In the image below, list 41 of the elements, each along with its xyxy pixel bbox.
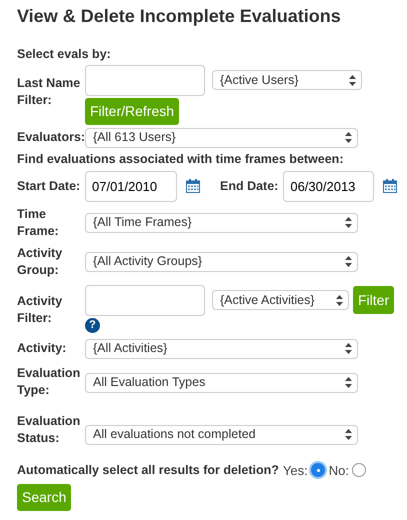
- caret-icon: [345, 429, 352, 440]
- dropdown[interactable]: {Active Users}: [212, 70, 362, 90]
- calendar-icon[interactable]: [186, 179, 200, 194]
- caret-icon: [345, 132, 352, 144]
- radio-button[interactable]: [352, 463, 366, 478]
- dropdown[interactable]: {All 613 Users}: [85, 128, 358, 148]
- radio-label: Yes:: [282, 462, 308, 480]
- caret-icon: [345, 256, 352, 268]
- caret-icon: [345, 343, 352, 354]
- dropdown[interactable]: {All Activity Groups}: [85, 252, 358, 272]
- radio-button[interactable]: [310, 463, 325, 478]
- caret-icon: [345, 217, 352, 228]
- field-label: Evaluation Type:: [17, 364, 82, 399]
- field-label: Last Name Filter:: [17, 74, 82, 109]
- dropdown[interactable]: {All Time Frames}: [85, 212, 358, 233]
- field-label: Start Date:: [17, 178, 82, 195]
- dropdown[interactable]: {All Activities}: [85, 338, 358, 359]
- section-label: Find evaluations associated with time frames between:: [17, 150, 344, 168]
- question-label: Automatically select all results for deletion?: [17, 462, 279, 479]
- dropdown[interactable]: All Evaluation Types: [85, 372, 358, 393]
- field-label: Evaluators:: [17, 129, 85, 146]
- field-label: Evaluation Status:: [17, 412, 82, 447]
- date-field[interactable]: 07/01/2010: [85, 170, 177, 202]
- calendar-icon[interactable]: [383, 179, 398, 194]
- dropdown[interactable]: All evaluations not completed: [85, 424, 358, 445]
- date-field[interactable]: 06/30/2013: [283, 170, 374, 202]
- text-field[interactable]: [85, 284, 205, 316]
- field-label: Activity:: [17, 340, 68, 358]
- caret-icon: [336, 294, 343, 306]
- field-label: End Date:: [220, 178, 278, 195]
- radio-label: No:: [328, 462, 349, 480]
- section-label: Select evals by:: [17, 46, 112, 63]
- page-title: View & Delete Incomplete Evaluations: [17, 6, 342, 28]
- caret-icon: [349, 74, 356, 86]
- dropdown[interactable]: {Active Activities}: [212, 290, 349, 310]
- field-label: Time Frame:: [17, 206, 60, 240]
- field-label: Activity Filter:: [17, 292, 64, 327]
- caret-icon: [345, 377, 352, 388]
- text-field[interactable]: [85, 64, 205, 96]
- help-icon[interactable]: ?: [85, 318, 100, 333]
- field-label: Activity Group:: [17, 244, 64, 279]
